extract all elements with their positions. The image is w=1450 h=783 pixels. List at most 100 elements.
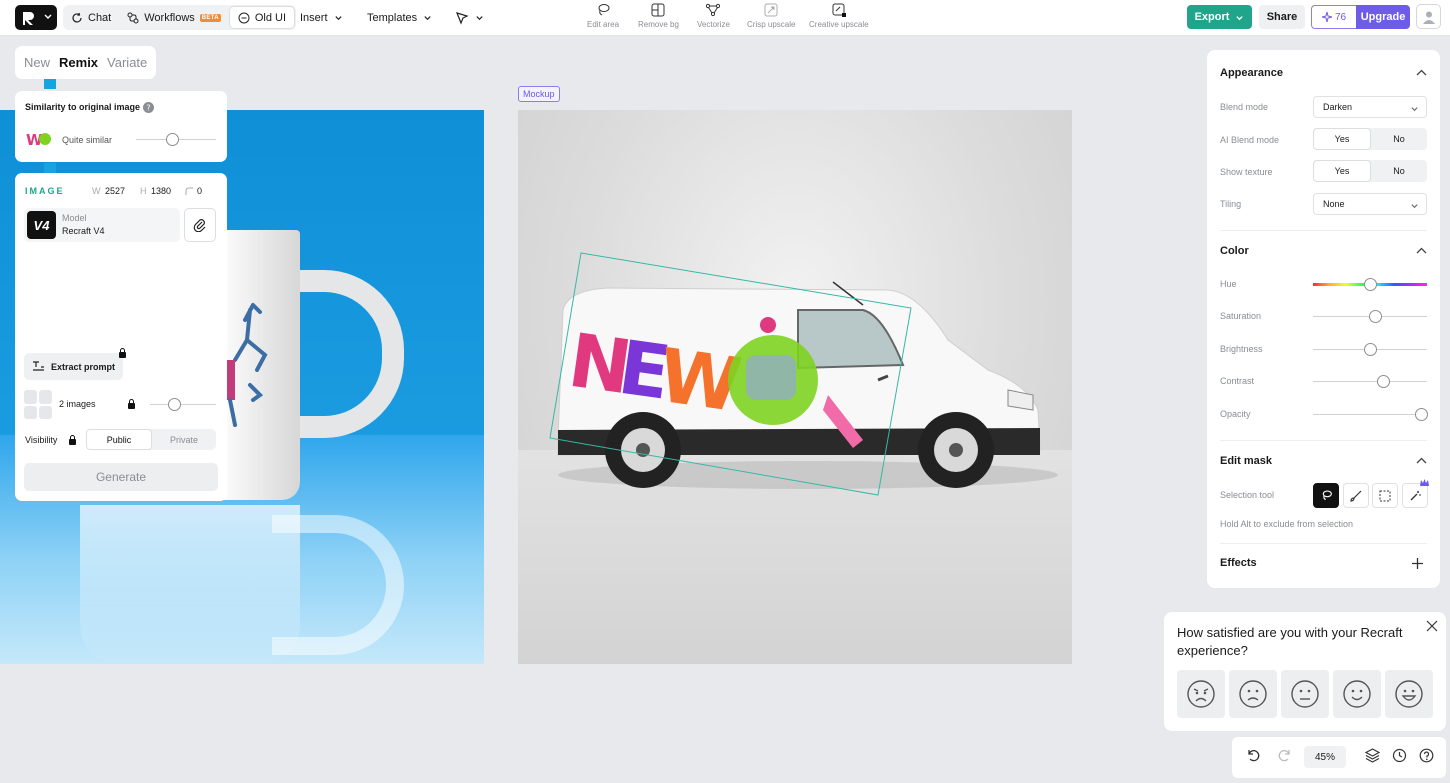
ai-blend-no[interactable]: No xyxy=(1371,128,1427,150)
ai-blend-yes[interactable]: Yes xyxy=(1313,128,1371,150)
close-icon[interactable] xyxy=(1426,620,1438,632)
height-label: H xyxy=(140,186,147,196)
lasso-icon xyxy=(1322,490,1332,501)
logo-menu-button[interactable] xyxy=(15,5,57,30)
mode-tabs: New Remix Variate xyxy=(15,46,156,79)
export-label: Export xyxy=(1194,11,1230,23)
undo-icon[interactable] xyxy=(1246,748,1260,762)
corner-radius-value[interactable]: 0 xyxy=(197,186,202,196)
hue-label: Hue xyxy=(1220,279,1237,289)
chat-label: Chat xyxy=(88,11,112,24)
edit-area-tool[interactable]: Edit area xyxy=(587,2,619,29)
mockup-tag[interactable]: Mockup xyxy=(518,86,560,102)
rating-satisfied[interactable] xyxy=(1333,670,1381,718)
chevron-up-icon[interactable] xyxy=(1416,246,1427,255)
opacity-slider-handle[interactable] xyxy=(1415,408,1428,421)
rating-dissatisfied[interactable] xyxy=(1229,670,1277,718)
share-button[interactable]: Share xyxy=(1259,5,1305,29)
chat-button[interactable]: Chat xyxy=(63,5,119,30)
help-icon[interactable]: ? xyxy=(143,102,154,113)
bottom-toolbar: 45% xyxy=(1232,737,1446,778)
layers-icon[interactable] xyxy=(1365,748,1380,763)
tab-remix[interactable]: Remix xyxy=(59,55,98,70)
visibility-private-option[interactable]: Private xyxy=(152,429,216,450)
upgrade-button[interactable]: Upgrade xyxy=(1356,5,1410,29)
history-icon[interactable] xyxy=(1392,748,1407,763)
tiling-select[interactable]: None xyxy=(1313,193,1427,215)
width-value[interactable]: 2527 xyxy=(105,186,125,196)
chevron-down-icon xyxy=(1236,15,1244,20)
edit-mask-section-title[interactable]: Edit mask xyxy=(1220,455,1272,467)
tiling-value: None xyxy=(1323,199,1345,209)
visibility-public-option[interactable]: Public xyxy=(86,429,152,450)
van-illustration: N E W xyxy=(549,252,1058,496)
rect-select-tool-button[interactable] xyxy=(1372,483,1398,508)
plus-icon[interactable] xyxy=(1411,557,1424,570)
effects-section-title[interactable]: Effects xyxy=(1220,557,1257,569)
rating-very-satisfied[interactable] xyxy=(1385,670,1433,718)
neutral-face-icon xyxy=(1291,680,1319,708)
opacity-slider-track[interactable] xyxy=(1313,414,1427,415)
contrast-slider-handle[interactable] xyxy=(1377,375,1390,388)
credits-badge[interactable]: 76 xyxy=(1311,5,1356,29)
zoom-level[interactable]: 45% xyxy=(1304,746,1346,768)
show-texture-label: Show texture xyxy=(1220,167,1273,177)
export-button[interactable]: Export xyxy=(1187,5,1252,29)
attach-button[interactable] xyxy=(184,208,216,242)
saturation-label: Saturation xyxy=(1220,311,1262,321)
image-count-slider-handle[interactable] xyxy=(168,398,181,411)
chevron-down-icon xyxy=(44,14,52,19)
brush-tool-button[interactable] xyxy=(1343,483,1369,508)
tab-new[interactable]: New xyxy=(24,55,50,70)
satisfaction-survey: How satisfied are you with your Recraft … xyxy=(1164,612,1446,731)
templates-menu[interactable]: Templates xyxy=(367,5,432,30)
remove-bg-tool[interactable]: Remove bg xyxy=(638,2,679,29)
divider xyxy=(1220,543,1427,544)
chevron-up-icon[interactable] xyxy=(1416,68,1427,77)
show-texture-yes[interactable]: Yes xyxy=(1313,160,1371,182)
divider xyxy=(1220,230,1427,231)
workflows-button[interactable]: Workflows BETA xyxy=(119,5,229,30)
brightness-slider-handle[interactable] xyxy=(1364,343,1377,356)
rating-very-dissatisfied[interactable] xyxy=(1177,670,1225,718)
height-value[interactable]: 1380 xyxy=(151,186,171,196)
rating-neutral[interactable] xyxy=(1281,670,1329,718)
extract-prompt-button[interactable]: Extract prompt xyxy=(24,353,123,380)
creative-upscale-tool[interactable]: Creative upscale xyxy=(809,2,869,29)
redo-icon[interactable] xyxy=(1278,748,1292,762)
appearance-section-title[interactable]: Appearance xyxy=(1220,67,1283,79)
tab-variate[interactable]: Variate xyxy=(107,55,147,70)
text-lines-icon xyxy=(33,361,44,371)
lasso-tool-button[interactable] xyxy=(1313,483,1339,508)
generate-button[interactable]: Generate xyxy=(24,463,218,491)
insert-menu[interactable]: Insert xyxy=(300,5,343,30)
help-icon[interactable] xyxy=(1419,748,1434,763)
avatar[interactable] xyxy=(1416,4,1441,29)
crisp-upscale-tool[interactable]: Crisp upscale xyxy=(747,2,795,29)
saturation-slider-handle[interactable] xyxy=(1369,310,1382,323)
old-ui-button[interactable]: Old UI xyxy=(228,6,296,29)
show-texture-no[interactable]: No xyxy=(1371,160,1427,182)
connector-bar xyxy=(44,163,56,173)
insert-label: Insert xyxy=(300,11,328,24)
grin-face-icon xyxy=(1395,680,1423,708)
lock-icon xyxy=(69,435,76,445)
chevron-up-icon[interactable] xyxy=(1416,456,1427,465)
color-section-title[interactable]: Color xyxy=(1220,245,1249,257)
templates-label: Templates xyxy=(367,11,418,24)
top-bar: Chat Workflows BETA Old UI Insert Templa… xyxy=(0,0,1450,36)
blend-mode-select[interactable]: Darken xyxy=(1313,96,1427,118)
select-tool-menu[interactable] xyxy=(455,5,484,30)
hue-slider-handle[interactable] xyxy=(1364,278,1377,291)
creative-upscale-label: Creative upscale xyxy=(809,20,869,29)
van-mockup-image[interactable]: N E W xyxy=(518,110,1072,664)
model-selector[interactable]: V4 Model Recraft V4 xyxy=(24,208,180,242)
image-count-slider-track[interactable] xyxy=(150,404,216,405)
similarity-slider-handle[interactable] xyxy=(166,133,179,146)
model-label: Model xyxy=(62,213,87,223)
old-ui-icon xyxy=(238,12,250,23)
vectorize-tool[interactable]: Vectorize xyxy=(697,2,730,29)
visibility-toggle: Public Private xyxy=(86,429,216,450)
paperclip-icon xyxy=(193,219,206,232)
contrast-slider-track[interactable] xyxy=(1313,381,1427,382)
